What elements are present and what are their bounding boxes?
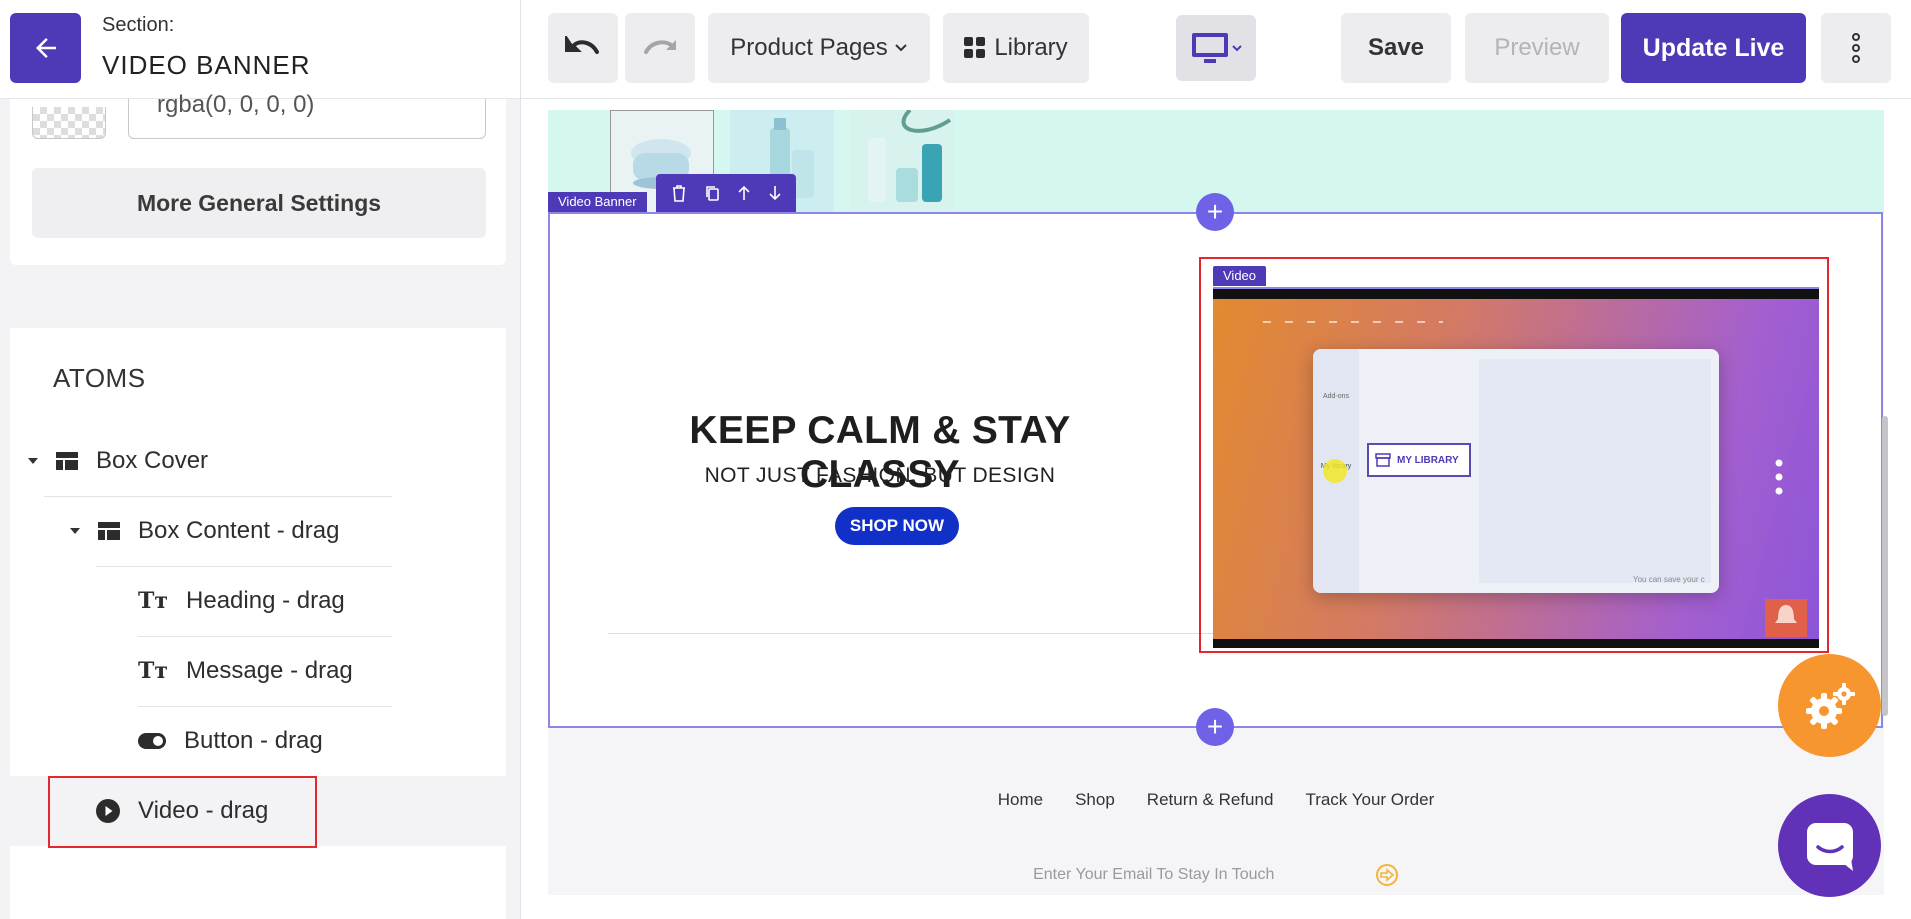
video-my-library-badge: MY LIBRARY — [1367, 443, 1471, 477]
toggle-icon — [138, 733, 166, 749]
arrow-down-icon[interactable] — [768, 185, 782, 201]
section-name: VIDEO BANNER — [102, 50, 311, 80]
send-icon[interactable] — [1375, 863, 1399, 887]
pages-label: Product Pages — [730, 34, 888, 61]
grid-icon — [964, 37, 986, 58]
video-player[interactable]: Add-ons My library MY LIBRARY You can sa… — [1213, 287, 1819, 648]
product-thumbnail[interactable] — [850, 110, 954, 213]
gears-icon — [1805, 682, 1855, 729]
footer-link-return-refund[interactable]: Return & Refund — [1147, 790, 1274, 810]
more-general-settings-button[interactable]: More General Settings — [32, 168, 486, 238]
settings-fab[interactable] — [1778, 654, 1881, 757]
undo-icon — [565, 36, 599, 54]
tree-item-box-content[interactable]: Box Content - drag — [70, 496, 339, 566]
chat-fab[interactable] — [1778, 794, 1881, 897]
video-nav-strip — [1263, 321, 1443, 323]
sidebar: Section: VIDEO BANNER rgba(0, 0, 0, 0) M… — [0, 0, 521, 919]
trash-icon[interactable] — [671, 184, 687, 202]
banner-message[interactable]: NOT JUST FASHION, BUT DESIGN — [630, 464, 1130, 488]
color-swatch[interactable] — [32, 107, 106, 139]
tree-item-label: Box Content - drag — [138, 517, 340, 544]
chevron-down-icon — [1232, 45, 1242, 52]
desktop-icon — [1192, 33, 1228, 63]
tree-item-label: Box Cover — [96, 447, 209, 474]
cursor-highlight — [1323, 459, 1347, 483]
video-caption: You can save your c — [1633, 575, 1705, 584]
tree-item-label: Button - drag — [184, 727, 323, 754]
selection-outline — [48, 776, 317, 848]
undo-button[interactable] — [548, 13, 618, 83]
footer-link-home[interactable]: Home — [998, 790, 1043, 810]
redo-icon — [644, 40, 676, 54]
tree-item-message[interactable]: Tт Message - drag — [138, 636, 353, 706]
newsletter-row: Enter Your Email To Stay In Touch — [548, 863, 1884, 887]
tree-item-label: Heading - drag — [186, 587, 345, 614]
color-value-input[interactable]: rgba(0, 0, 0, 0) — [128, 93, 486, 139]
chevron-down-icon — [895, 44, 907, 52]
arrow-left-icon — [35, 38, 56, 58]
text-icon: Tт — [138, 658, 169, 684]
more-options-button[interactable] — [1821, 13, 1891, 83]
caret-down-icon[interactable] — [70, 528, 80, 534]
footer-navigation: Home Shop Return & Refund Track Your Ord… — [548, 790, 1884, 810]
layout-icon — [56, 452, 78, 470]
video-mock-panel — [1479, 359, 1711, 583]
footer-link-shop[interactable]: Shop — [1075, 790, 1115, 810]
page-preview: KEEP CALM & STAY CLASSY NOT JUST FASHION… — [548, 110, 1884, 895]
shop-now-button[interactable]: SHOP NOW — [835, 507, 959, 545]
kebab-menu-icon — [1852, 33, 1860, 63]
tree-item-heading[interactable]: Tт Heading - drag — [138, 566, 345, 636]
tree-item-button[interactable]: Button - drag — [138, 706, 323, 776]
atoms-panel: ATOMS Box Cover Box Content - drag Tт He — [10, 328, 506, 919]
general-settings-card: rgba(0, 0, 0, 0) More General Settings — [10, 93, 506, 265]
video-tag-label: Video — [1213, 266, 1267, 286]
device-preview-dropdown[interactable] — [1176, 15, 1256, 81]
footer-link-track-order[interactable]: Track Your Order — [1305, 790, 1434, 810]
editor-root: Section: VIDEO BANNER rgba(0, 0, 0, 0) M… — [0, 0, 1911, 919]
section-tag-label: Video Banner — [548, 192, 647, 212]
add-section-above-button[interactable]: + — [1196, 193, 1234, 231]
back-button[interactable] — [10, 13, 81, 83]
tree-item-label: Message - drag — [186, 657, 353, 684]
atoms-title: ATOMS — [53, 363, 146, 393]
chat-icon — [1806, 822, 1853, 871]
caret-down-icon[interactable] — [28, 458, 38, 464]
product-pages-dropdown[interactable]: Product Pages — [708, 13, 930, 83]
subscribe-badge — [1765, 599, 1807, 637]
save-button[interactable]: Save — [1341, 13, 1451, 83]
library-button[interactable]: Library — [943, 13, 1089, 83]
video-frame-content: Add-ons My library MY LIBRARY You can sa… — [1213, 299, 1819, 639]
tree-item-box-cover[interactable]: Box Cover — [28, 426, 208, 496]
sidebar-header: Section: VIDEO BANNER — [0, 0, 520, 99]
editor-canvas: KEEP CALM & STAY CLASSY NOT JUST FASHION… — [521, 99, 1911, 919]
bell-icon — [1775, 605, 1797, 623]
section-label: Section: — [102, 14, 175, 36]
layout-icon — [98, 522, 120, 540]
video-mock-window: Add-ons My library MY LIBRARY You can sa… — [1313, 349, 1719, 593]
add-section-below-button[interactable]: + — [1196, 708, 1234, 746]
archive-icon — [1375, 453, 1391, 467]
arrow-up-icon[interactable] — [737, 185, 751, 201]
redo-button[interactable] — [625, 13, 695, 83]
video-kebab-icon[interactable] — [1775, 459, 1783, 495]
preview-button[interactable]: Preview — [1465, 13, 1609, 83]
email-input[interactable]: Enter Your Email To Stay In Touch — [1033, 866, 1274, 883]
section-toolbar — [656, 174, 796, 212]
top-toolbar: Product Pages Library Save Preview Updat… — [521, 0, 1911, 99]
update-live-button[interactable]: Update Live — [1621, 13, 1806, 83]
copy-icon[interactable] — [704, 184, 720, 202]
canvas-scrollbar[interactable] — [1882, 416, 1888, 716]
text-icon: Tт — [138, 588, 169, 614]
library-label: Library — [994, 34, 1068, 61]
video-addons-label: Add-ons — [1322, 393, 1350, 400]
